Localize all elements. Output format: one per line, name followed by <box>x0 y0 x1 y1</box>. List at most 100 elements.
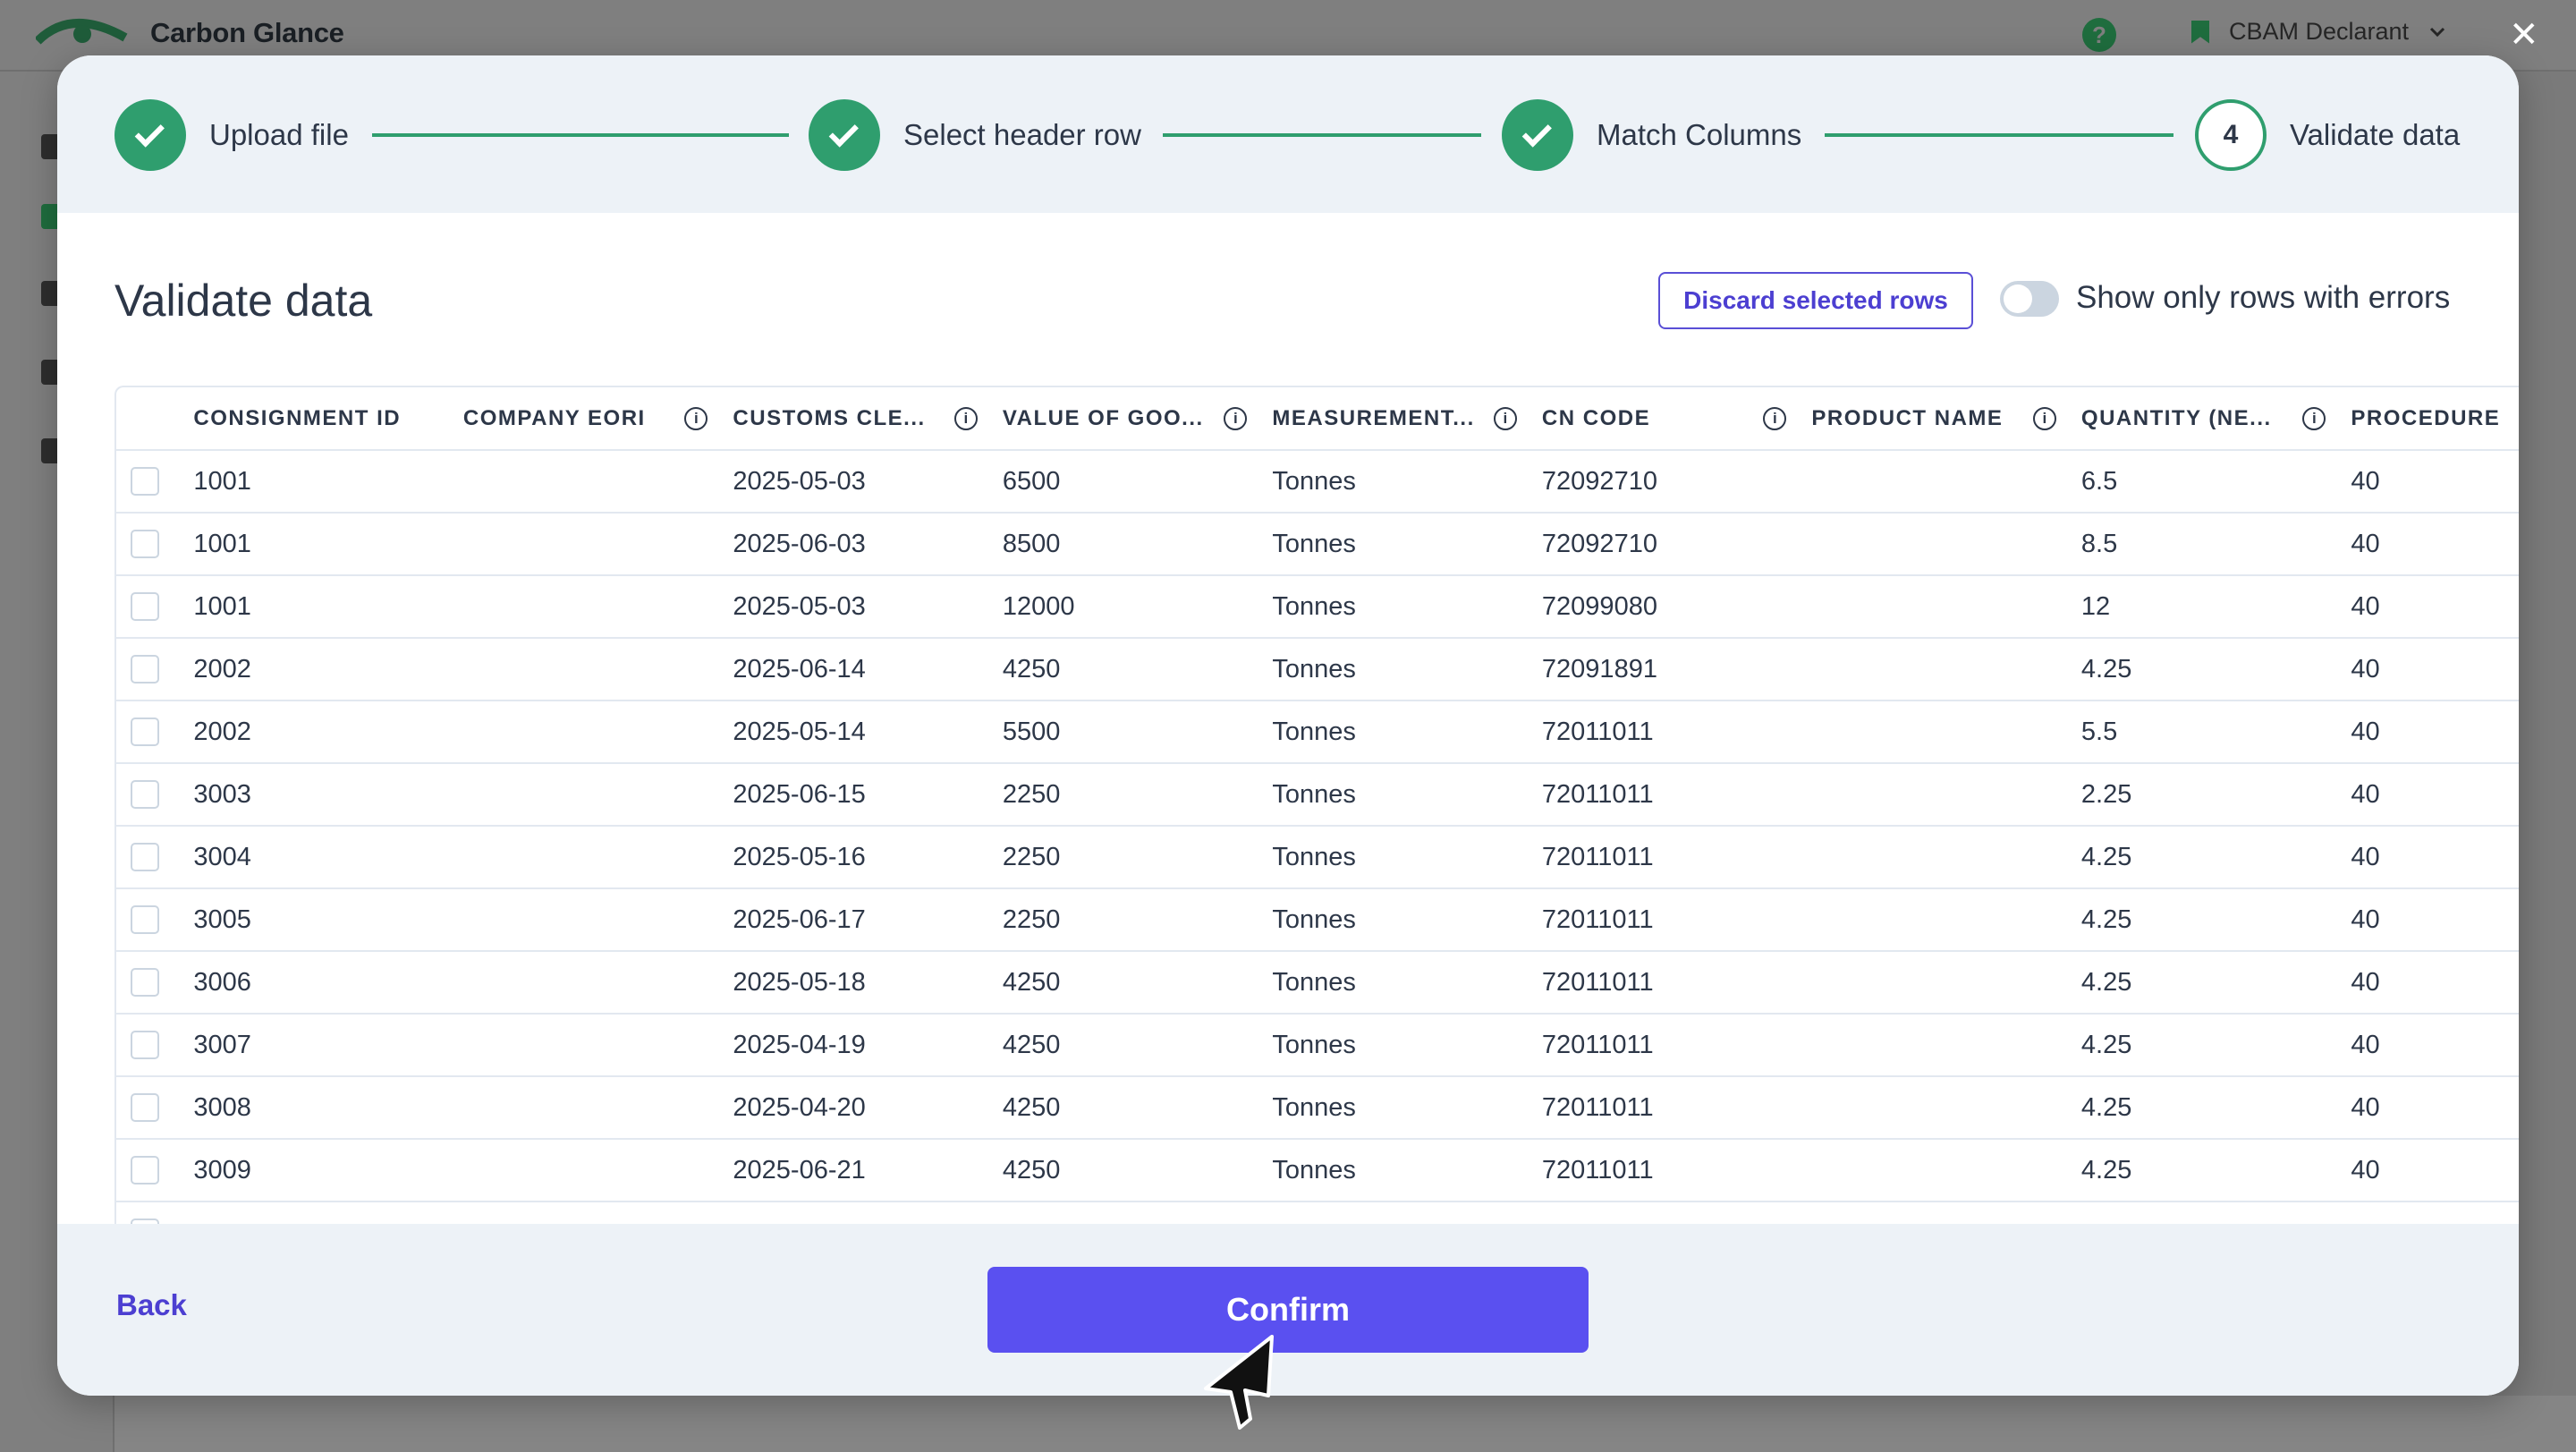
table-cell[interactable]: 40 <box>2351 888 2519 952</box>
table-cell[interactable]: 2025-06-17 <box>733 888 1003 952</box>
table-cell[interactable]: 72011011 <box>1541 1139 1812 1202</box>
row-checkbox[interactable] <box>131 467 159 496</box>
table-cell[interactable]: 72099080 <box>1541 575 1812 639</box>
table-cell[interactable]: 40 <box>2351 450 2519 514</box>
confirm-button[interactable]: Confirm <box>987 1267 1589 1353</box>
table-cell[interactable]: Tonnes <box>1272 763 1542 827</box>
table-cell[interactable]: 12 <box>2080 575 2351 639</box>
row-checkbox[interactable] <box>131 843 159 871</box>
table-cell[interactable]: 2025-05-03 <box>733 575 1003 639</box>
table-cell[interactable]: Tonnes <box>1272 1139 1542 1202</box>
table-cell[interactable]: 2250 <box>1002 763 1273 827</box>
close-icon[interactable]: ✕ <box>2509 13 2539 57</box>
table-cell[interactable]: 5.5 <box>2080 701 2351 764</box>
table-cell[interactable]: Tonnes <box>1272 1014 1542 1077</box>
info-icon[interactable]: i <box>1224 406 1248 430</box>
table-cell[interactable]: 2025-04-19 <box>733 1014 1003 1077</box>
table-cell[interactable]: Tonnes <box>1272 701 1542 764</box>
table-cell[interactable] <box>1811 638 2081 701</box>
table-cell[interactable]: 2025-04-20 <box>733 1076 1003 1140</box>
back-button[interactable]: Back <box>116 1288 187 1322</box>
help-icon[interactable]: ? <box>2082 18 2116 52</box>
table-cell[interactable] <box>1811 701 2081 764</box>
info-icon[interactable]: i <box>953 406 978 430</box>
table-cell[interactable]: 2250 <box>1002 888 1273 952</box>
table-cell[interactable]: 2025-05-14 <box>733 701 1003 764</box>
table-cell[interactable]: 4.25 <box>2080 826 2351 889</box>
table-cell[interactable] <box>1811 1139 2081 1202</box>
table-cell[interactable]: 40 <box>2351 1076 2519 1140</box>
table-row[interactable]: 3004 2025-05-16 2250 Tonnes 72011011 4.25 40 <box>116 826 2519 889</box>
table-cell[interactable]: 4250 <box>1002 951 1273 1015</box>
table-cell[interactable]: 4.25 <box>2080 888 2351 952</box>
table-cell[interactable]: 72011011 <box>1541 951 1812 1015</box>
table-cell[interactable]: 4.25 <box>2080 1076 2351 1140</box>
info-icon[interactable]: i <box>2302 406 2326 430</box>
table-cell[interactable]: 72011011 <box>1541 763 1812 827</box>
table-cell[interactable]: 2002 <box>193 638 463 701</box>
table-cell[interactable]: 4250 <box>1002 1076 1273 1140</box>
table-row[interactable]: 1001 2025-06-03 8500 Tonnes 72092710 8.5 40 <box>116 513 2519 576</box>
table-cell[interactable]: 40 <box>2351 1014 2519 1077</box>
table-cell[interactable]: Tonnes <box>1272 826 1542 889</box>
table-cell[interactable] <box>1811 575 2081 639</box>
table-cell[interactable]: 4.25 <box>2080 638 2351 701</box>
table-cell[interactable] <box>462 888 733 952</box>
table-cell[interactable] <box>1811 763 2081 827</box>
table-cell[interactable] <box>462 638 733 701</box>
discard-selected-rows-button[interactable]: Discard selected rows <box>1658 272 1973 329</box>
table-cell[interactable] <box>462 450 733 514</box>
table-cell[interactable]: 3008 <box>193 1076 463 1140</box>
table-cell[interactable]: 2025-06-03 <box>733 513 1003 576</box>
row-checkbox[interactable] <box>131 655 159 684</box>
table-cell[interactable] <box>462 513 733 576</box>
table-cell[interactable]: 2250 <box>1002 826 1273 889</box>
table-cell[interactable]: 5500 <box>1002 701 1273 764</box>
table-cell[interactable]: 72092710 <box>1541 450 1812 514</box>
column-header[interactable]: PRODUCT NAME i <box>1811 387 2081 451</box>
table-cell[interactable]: 1001 <box>193 513 463 576</box>
table-cell[interactable]: 6500 <box>1002 450 1273 514</box>
table-cell[interactable]: 3007 <box>193 1014 463 1077</box>
table-cell[interactable] <box>1811 951 2081 1015</box>
table-row[interactable]: 3005 2025-06-17 2250 Tonnes 72011011 4.25 40 <box>116 888 2519 952</box>
table-cell[interactable]: 3003 <box>193 763 463 827</box>
table-cell[interactable]: 72011011 <box>1541 1014 1812 1077</box>
column-header[interactable]: QUANTITY (NE... i <box>2080 387 2351 451</box>
table-cell[interactable]: 2025-05-16 <box>733 826 1003 889</box>
table-row[interactable]: 2002 2025-06-14 4250 Tonnes 72091891 4.25 40 <box>116 638 2519 701</box>
column-header[interactable]: CUSTOMS CLE... i <box>733 387 1003 451</box>
table-cell[interactable]: 2025-06-14 <box>733 638 1003 701</box>
table-cell[interactable] <box>1811 513 2081 576</box>
table-cell[interactable]: 4250 <box>1002 638 1273 701</box>
column-header[interactable]: CONSIGNMENT ID <box>193 387 463 451</box>
table-row[interactable]: 3009 2025-06-21 4250 Tonnes 72011011 4.25 40 <box>116 1139 2519 1202</box>
table-cell[interactable]: 12000 <box>1002 575 1273 639</box>
table-cell[interactable]: 72011011 <box>1541 701 1812 764</box>
table-cell[interactable]: 8.5 <box>2080 513 2351 576</box>
table-cell[interactable]: 3006 <box>193 951 463 1015</box>
table-cell[interactable] <box>462 951 733 1015</box>
row-checkbox[interactable] <box>131 530 159 558</box>
table-row[interactable]: 1001 2025-05-03 6500 Tonnes 72092710 6.5 40 <box>116 450 2519 514</box>
table-cell[interactable]: Tonnes <box>1272 575 1542 639</box>
table-cell[interactable]: 72011011 <box>1541 826 1812 889</box>
table-cell[interactable]: 40 <box>2351 513 2519 576</box>
table-cell[interactable]: 3004 <box>193 826 463 889</box>
table-cell[interactable]: 4250 <box>1002 1139 1273 1202</box>
table-cell[interactable]: 40 <box>2351 701 2519 764</box>
table-cell[interactable]: 2002 <box>193 701 463 764</box>
table-row[interactable]: 3003 2025-06-15 2250 Tonnes 72011011 2.25 40 <box>116 763 2519 827</box>
table-cell[interactable] <box>462 1139 733 1202</box>
table-cell[interactable]: 40 <box>2351 826 2519 889</box>
row-checkbox[interactable] <box>131 1156 159 1185</box>
table-cell[interactable]: 4250 <box>1002 1014 1273 1077</box>
table-cell[interactable]: Tonnes <box>1272 1076 1542 1140</box>
table-cell[interactable]: 72011011 <box>1541 1076 1812 1140</box>
table-cell[interactable] <box>1811 1014 2081 1077</box>
info-icon[interactable]: i <box>684 406 708 430</box>
errors-only-toggle[interactable] <box>2000 281 2059 317</box>
table-row[interactable]: 3006 2025-05-18 4250 Tonnes 72011011 4.25 40 <box>116 951 2519 1015</box>
table-cell[interactable]: 2025-05-03 <box>733 450 1003 514</box>
row-checkbox[interactable] <box>131 718 159 746</box>
